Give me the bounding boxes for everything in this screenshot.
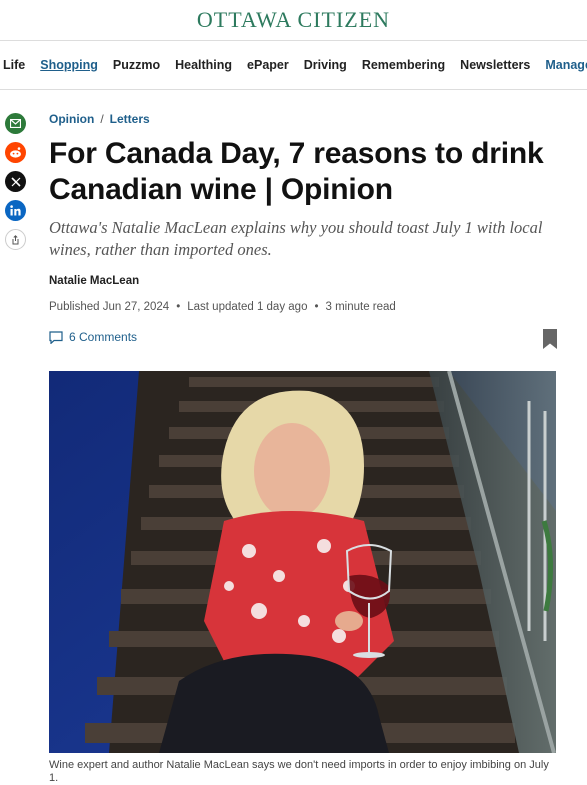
comments-count: 6 Comments [69, 330, 138, 344]
masthead: OTTAWA CITIZEN [0, 0, 587, 40]
author-link[interactable]: Natalie MacLean [49, 275, 557, 287]
linkedin-icon [10, 205, 21, 216]
read-time: 3 minute read [325, 301, 396, 313]
linkedin-share-button[interactable] [5, 200, 26, 221]
more-share-button[interactable] [5, 229, 26, 250]
reddit-icon [10, 147, 21, 158]
dateline-dot: • [314, 301, 319, 313]
nav-item-remembering[interactable]: Remembering [362, 58, 445, 72]
bookmark-icon [543, 329, 557, 349]
breadcrumb-separator: / [100, 112, 104, 126]
breadcrumb-opinion-link[interactable]: Opinion [49, 112, 94, 126]
nav-item-manage-print-sub[interactable]: Manage Print Sub [545, 58, 587, 72]
share-bar [5, 113, 27, 258]
breadcrumb: Opinion / Letters [49, 112, 557, 126]
article-photo[interactable] [49, 371, 556, 753]
updated-date: Last updated 1 day ago [187, 301, 308, 313]
nav-item-epaper[interactable]: ePaper [247, 58, 289, 72]
article-tools: 6 Comments [49, 329, 557, 360]
share-more-icon [12, 234, 19, 244]
comment-icon [49, 330, 63, 344]
breadcrumb-letters-link[interactable]: Letters [110, 112, 150, 126]
x-share-button[interactable] [5, 171, 26, 192]
nav-item-healthing[interactable]: Healthing [175, 58, 232, 72]
email-icon [10, 119, 21, 128]
woman-on-stairs-illustration [49, 371, 556, 753]
nav-item-newsletters[interactable]: Newsletters [460, 58, 530, 72]
article-headline: For Canada Day, 7 reasons to drink Canad… [49, 137, 544, 206]
reddit-share-button[interactable] [5, 142, 26, 163]
comments-link[interactable]: 6 Comments [49, 330, 557, 344]
article-subhead: Ottawa's Natalie MacLean explains why yo… [49, 218, 543, 259]
nav-item-driving[interactable]: Driving [304, 58, 347, 72]
article-dateline: Published Jun 27, 2024 • Last updated 1 da… [49, 301, 557, 313]
photo-caption: Wine expert and author Natalie MacLean s… [49, 759, 549, 784]
email-share-button[interactable] [5, 113, 26, 134]
published-date: Published Jun 27, 2024 [49, 301, 170, 313]
main-nav: Life Shopping Puzzmo Healthing ePaper Driving… [0, 40, 587, 90]
nav-item-life[interactable]: Life [3, 58, 25, 72]
x-icon [10, 176, 21, 187]
nav-item-shopping[interactable]: Shopping [40, 58, 98, 72]
article-header: Opinion / Letters For Canada Day, 7 reason… [49, 112, 557, 360]
nav-item-puzzmo[interactable]: Puzzmo [113, 58, 160, 72]
bookmark-button[interactable] [543, 329, 557, 354]
dateline-dot: • [176, 301, 181, 313]
site-logo[interactable]: OTTAWA CITIZEN [197, 7, 390, 33]
